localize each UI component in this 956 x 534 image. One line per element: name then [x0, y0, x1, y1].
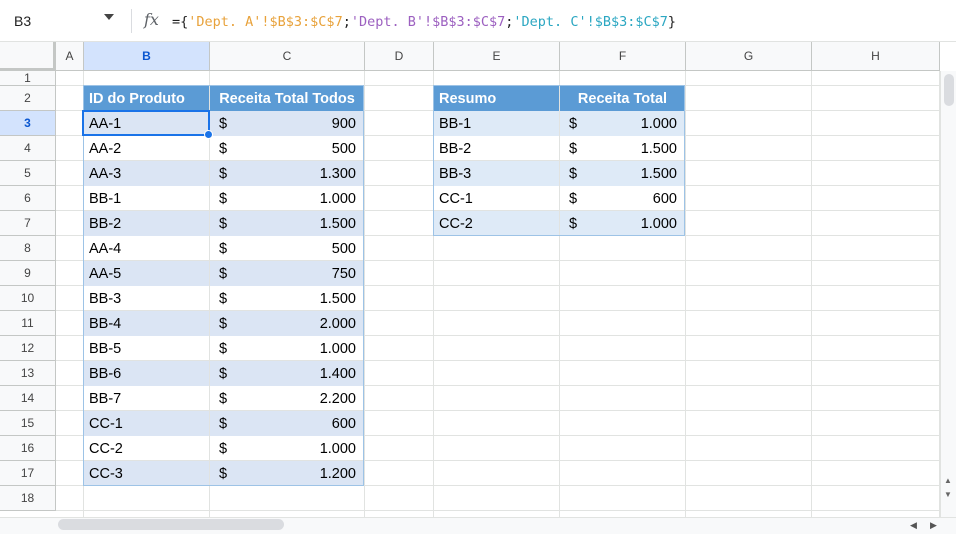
- row-header-11[interactable]: 11: [0, 311, 56, 336]
- formula-input[interactable]: ={'Dept. A'!$B$3:$C$7;'Dept. B'!$B$3:$C$…: [172, 14, 676, 30]
- row-header-4[interactable]: 4: [0, 136, 56, 161]
- formula-range-dept-a: 'Dept. A'!$B$3:$C$7: [188, 14, 343, 30]
- formula-bar: B3 fx ={'Dept. A'!$B$3:$C$7;'Dept. B'!$B…: [0, 0, 956, 42]
- scroll-up-arrow-icon[interactable]: ▲: [944, 476, 952, 485]
- vertical-scroll-thumb[interactable]: [944, 74, 954, 106]
- select-all-corner[interactable]: [0, 42, 56, 71]
- column-header-h[interactable]: H: [812, 42, 940, 71]
- horizontal-scroll-thumb[interactable]: [58, 519, 284, 530]
- scroll-left-arrow-icon[interactable]: ◀: [910, 520, 917, 531]
- column-header-f[interactable]: F: [560, 42, 686, 71]
- row-header-18[interactable]: 18: [0, 486, 56, 511]
- row-header-12[interactable]: 12: [0, 336, 56, 361]
- column-header-e[interactable]: E: [434, 42, 560, 71]
- formula-range-dept-b: 'Dept. B'!$B$3:$C$7: [350, 14, 506, 30]
- fill-handle[interactable]: [204, 130, 213, 139]
- column-header-d[interactable]: D: [365, 42, 434, 71]
- row-header-10[interactable]: 10: [0, 286, 56, 311]
- gridline: [811, 71, 812, 517]
- gridline: [685, 71, 686, 517]
- row-header-2[interactable]: 2: [0, 86, 56, 111]
- name-box[interactable]: B3: [14, 13, 31, 29]
- row-header-16[interactable]: 16: [0, 436, 56, 461]
- row-header-1[interactable]: 1: [0, 71, 56, 86]
- formula-sep-1: ;: [342, 14, 351, 30]
- row-header-15[interactable]: 15: [0, 411, 56, 436]
- row-header-17[interactable]: 17: [0, 461, 56, 486]
- row-header-9[interactable]: 9: [0, 261, 56, 286]
- cell-selection-b3[interactable]: [82, 110, 210, 136]
- column-header-b[interactable]: B: [84, 42, 210, 71]
- row-header-5[interactable]: 5: [0, 161, 56, 186]
- vertical-scrollbar[interactable]: [940, 71, 956, 517]
- row-header-8[interactable]: 8: [0, 236, 56, 261]
- row-header-6[interactable]: 6: [0, 186, 56, 211]
- formula-range-dept-c: 'Dept. C'!$B$3:$C$7: [513, 14, 668, 30]
- right-table-border: [433, 85, 685, 236]
- row-header-14[interactable]: 14: [0, 386, 56, 411]
- formula-bar-divider: [131, 9, 132, 33]
- gridline: [56, 510, 940, 511]
- column-header-c[interactable]: C: [210, 42, 365, 71]
- fx-icon: fx: [144, 10, 159, 29]
- formula-close: }: [667, 14, 676, 30]
- gridline: [364, 71, 365, 517]
- row-header-3[interactable]: 3: [0, 111, 56, 136]
- name-box-dropdown-icon[interactable]: [104, 14, 114, 20]
- row-header-13[interactable]: 13: [0, 361, 56, 386]
- row-header-7[interactable]: 7: [0, 211, 56, 236]
- column-header-g[interactable]: G: [686, 42, 812, 71]
- scroll-down-arrow-icon[interactable]: ▼: [944, 490, 952, 499]
- formula-open: ={: [172, 14, 189, 30]
- left-table-border: [83, 85, 364, 486]
- scroll-right-arrow-icon[interactable]: ▶: [930, 520, 937, 531]
- column-header-a[interactable]: A: [56, 42, 84, 71]
